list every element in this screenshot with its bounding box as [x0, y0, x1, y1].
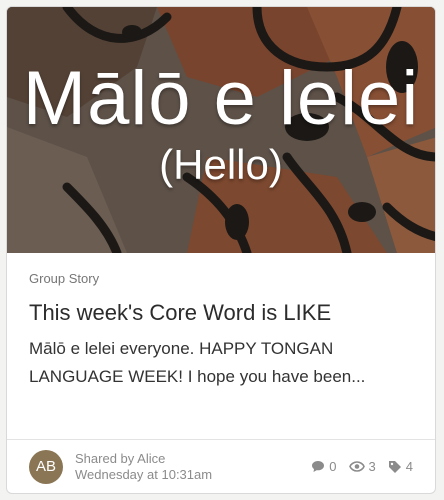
story-footer: AB Shared by Alice Wednesday at 10:31am … — [7, 439, 435, 493]
comment-icon — [311, 460, 325, 473]
author-meta: Shared by Alice Wednesday at 10:31am — [75, 451, 212, 483]
hero-subtitle: (Hello) — [159, 141, 283, 188]
likes-stat[interactable]: 4 — [388, 459, 413, 474]
likes-count: 4 — [405, 459, 413, 474]
story-card[interactable]: Mālō e lelei (Hello) Group Story This we… — [6, 6, 436, 494]
stats-bar: 0 3 4 — [311, 459, 413, 474]
eye-icon — [348, 461, 365, 472]
hero-image[interactable]: Mālō e lelei (Hello) — [7, 7, 435, 253]
comments-count: 0 — [329, 459, 337, 474]
timestamp: Wednesday at 10:31am — [75, 466, 213, 482]
hero-title: Mālō e lelei — [22, 56, 420, 141]
story-excerpt: Mālō e lelei everyone. HAPPY TONGAN LANG… — [29, 339, 366, 386]
story-category[interactable]: Group Story — [29, 271, 413, 287]
story-body: Group Story This week's Core Word is LIK… — [7, 253, 435, 391]
tag-icon — [388, 460, 402, 474]
comments-stat[interactable]: 0 — [311, 459, 337, 474]
shared-by: Shared by Alice — [75, 450, 166, 466]
views-stat: 3 — [348, 459, 376, 474]
avatar[interactable]: AB — [29, 449, 63, 484]
story-title[interactable]: This week's Core Word is LIKE — [29, 299, 413, 327]
views-count: 3 — [368, 459, 376, 474]
